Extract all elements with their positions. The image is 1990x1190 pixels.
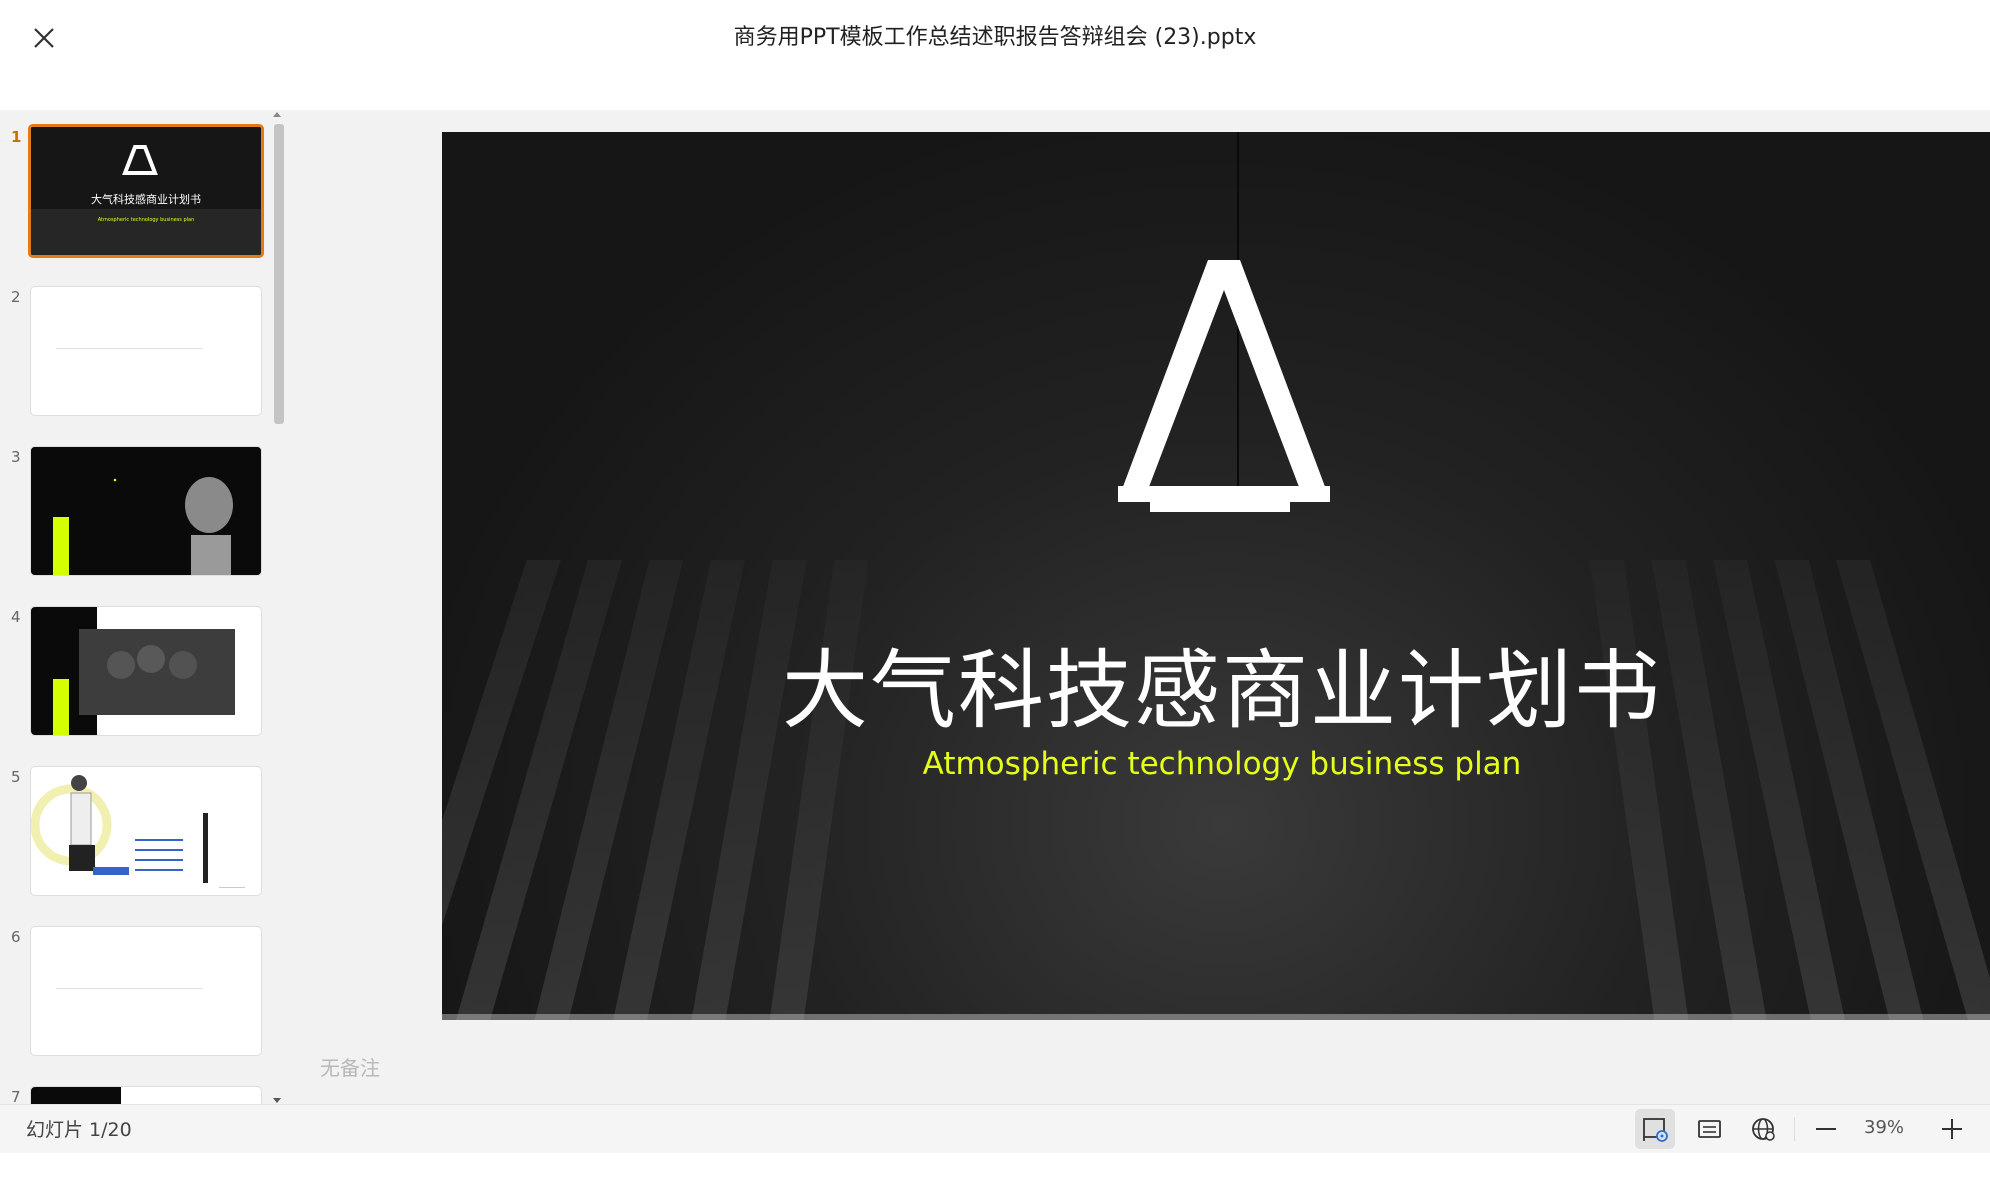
slide-counter: 幻灯片 1/20	[26, 1119, 132, 1141]
slide-5-preview	[31, 775, 245, 888]
slide-number: 3	[11, 448, 21, 466]
thumbnail-scrollbar[interactable]	[272, 112, 284, 1104]
slide-number: 5	[11, 768, 21, 786]
zoom-in-button[interactable]	[1932, 1109, 1972, 1149]
slide-title[interactable]: 大气科技感商业计划书	[442, 620, 1990, 745]
slide-edge	[442, 1014, 1990, 1020]
slide-thumbnail-2[interactable]: 2	[0, 270, 270, 416]
thumbnail-title: 大气科技感商业计划书	[91, 192, 201, 206]
slide-thumbnail-4[interactable]: 4	[0, 590, 270, 736]
slide-3-preview	[31, 447, 261, 575]
status-bar: 幻灯片 1/20 39%	[0, 1104, 1990, 1153]
scrollbar-thumb[interactable]	[274, 124, 284, 424]
document-title: 商务用PPT模板工作总结述职报告答辩组会 (23).pptx	[733, 25, 1257, 50]
web-view-icon[interactable]	[1743, 1109, 1783, 1149]
notes-view-icon[interactable]	[1689, 1109, 1729, 1149]
slide-canvas[interactable]: 大气科技感商业计划书 Atmospheric technology busine…	[442, 132, 1990, 1020]
slide-thumbnail-panel: 1 大气科技感商业计划书 Atmospheric technology busi…	[0, 110, 288, 1104]
slide-4-preview	[31, 607, 235, 735]
preview-block	[31, 1087, 121, 1104]
slide-number: 4	[11, 608, 21, 626]
workspace: 1 大气科技感商业计划书 Atmospheric technology busi…	[0, 110, 1990, 1104]
slide-thumbnail-6[interactable]: 6	[0, 910, 270, 1056]
slide-thumbnail-1[interactable]: 1 大气科技感商业计划书 Atmospheric technology busi…	[0, 110, 270, 258]
scroll-down-arrow-icon[interactable]	[273, 1098, 281, 1103]
zoom-out-icon[interactable]	[1806, 1109, 1846, 1149]
slide-thumbnail-7[interactable]: 7	[0, 1070, 270, 1104]
thumbnail-preview[interactable]	[30, 766, 262, 896]
divider	[1794, 1117, 1795, 1141]
notes-view-button[interactable]	[1689, 1109, 1729, 1149]
placeholder-line	[56, 988, 202, 989]
thumbnail-subtitle: Atmospheric technology business plan	[98, 217, 195, 223]
zoom-in-icon[interactable]	[1932, 1109, 1972, 1149]
triangle-logo-icon	[1118, 260, 1330, 512]
slide-number: 2	[11, 288, 21, 306]
slide-subtitle[interactable]: Atmospheric technology business plan	[442, 746, 1990, 782]
thumbnail-preview[interactable]	[30, 446, 262, 576]
slide-thumbnail-5[interactable]: 5	[0, 750, 270, 896]
reading-view-button[interactable]	[1635, 1109, 1675, 1149]
placeholder-line	[56, 348, 202, 349]
slide-1-preview: 大气科技感商业计划书 Atmospheric technology busine…	[31, 127, 261, 255]
slide-number: 6	[11, 928, 21, 946]
title-bar: 商务用PPT模板工作总结述职报告答辩组会 (23).pptx	[0, 0, 1990, 86]
slide-number: 1	[11, 128, 22, 146]
slide-number: 7	[11, 1088, 21, 1104]
reading-view-icon[interactable]	[1635, 1109, 1675, 1149]
speaker-notes[interactable]: 无备注	[320, 1052, 380, 1081]
slide-thumbnail-3[interactable]: 3	[0, 430, 270, 576]
thumbnail-preview[interactable]	[30, 286, 262, 416]
zoom-level[interactable]: 39%	[1864, 1117, 1904, 1138]
thumbnail-preview[interactable]	[30, 606, 262, 736]
web-view-button[interactable]	[1743, 1109, 1783, 1149]
thumbnail-preview[interactable]	[30, 926, 262, 1056]
thumbnail-preview[interactable]: 大气科技感商业计划书 Atmospheric technology busine…	[28, 124, 264, 258]
thumbnail-preview[interactable]	[30, 1086, 262, 1104]
zoom-out-button[interactable]	[1806, 1109, 1846, 1149]
scroll-up-arrow-icon[interactable]	[273, 112, 281, 117]
